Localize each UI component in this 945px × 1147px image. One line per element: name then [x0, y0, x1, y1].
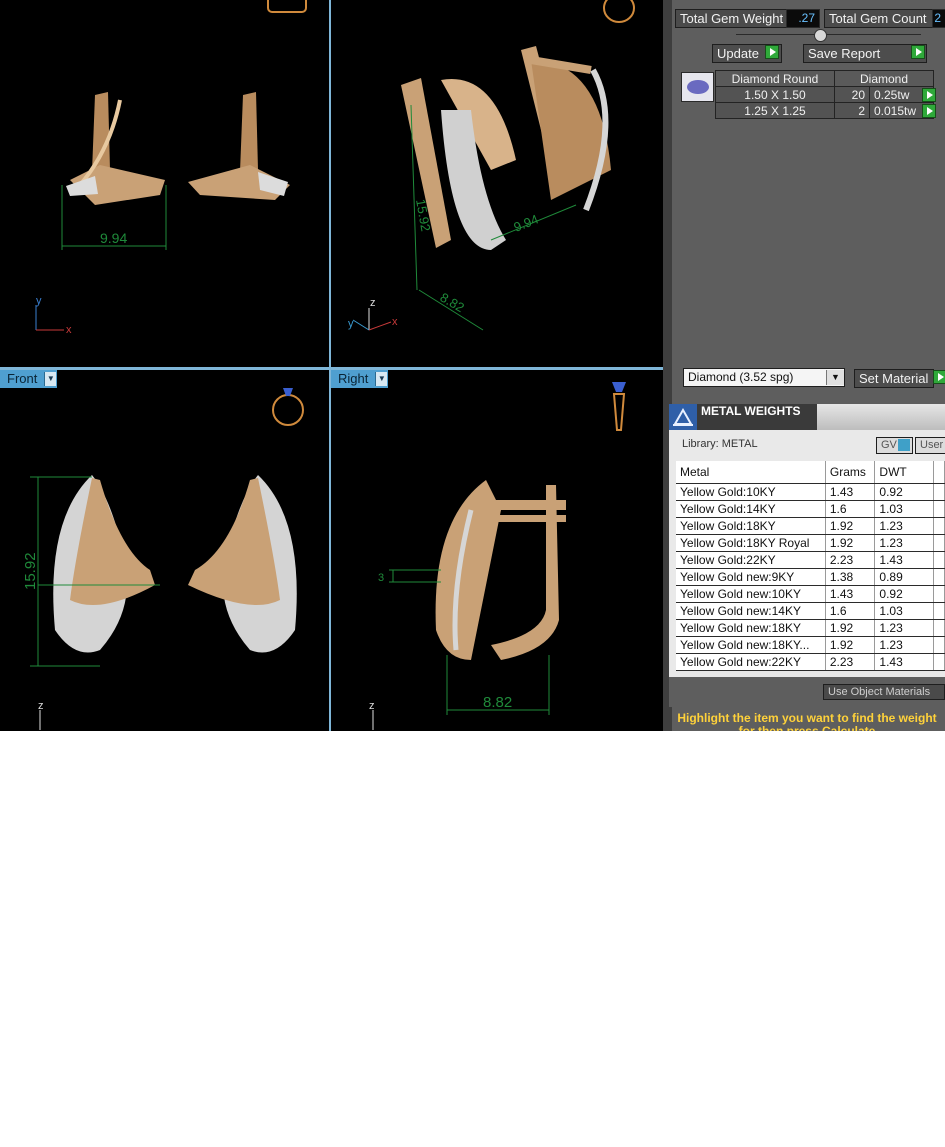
gem-col-type: Diamond — [834, 70, 934, 87]
chevron-down-icon[interactable]: ▼ — [375, 372, 388, 386]
axis-y-label: y — [348, 318, 354, 330]
tab-front-label: Front — [7, 371, 38, 386]
axis-y-label: y — [36, 295, 42, 307]
set-material-go-icon[interactable] — [933, 370, 945, 384]
table-row[interactable]: Yellow Gold new:10KY 1.43 0.92 — [676, 585, 945, 603]
save-report-button[interactable]: Save Report — [803, 44, 927, 63]
axis-z-label: z — [370, 297, 376, 309]
viewport-right-render: 3 8.82 z — [369, 382, 626, 730]
table-row[interactable]: Yellow Gold:18KY 1.92 1.23 — [676, 517, 945, 535]
perspective-dim-b: 9.94 — [512, 211, 541, 234]
table-row[interactable]: Yellow Gold new:18KY 1.92 1.23 — [676, 619, 945, 637]
chevron-down-icon[interactable]: ▼ — [44, 372, 57, 386]
metal-col-dwt: DWT — [874, 461, 935, 484]
viewport-top-render: 9.94 y x — [35, 0, 307, 336]
total-gem-count-value: 2 — [932, 9, 945, 28]
metal-col-grams: Grams — [825, 461, 876, 484]
table-row[interactable]: Yellow Gold new:22KY 2.23 1.43 — [676, 653, 945, 671]
axis-x-label: x — [66, 324, 72, 336]
total-gem-weight-value: .27 — [786, 9, 820, 28]
axis-z-label: z — [38, 700, 44, 712]
viewport-right[interactable]: 3 8.82 z Right ▼ — [331, 370, 661, 731]
chevron-down-icon[interactable]: ▼ — [826, 370, 844, 385]
table-row[interactable]: Yellow Gold:18KY Royal 1.92 1.23 — [676, 534, 945, 552]
use-object-materials-toggle[interactable]: Use Object Materials — [823, 684, 945, 700]
calculate-hint: Highlight the item you want to find the … — [677, 711, 937, 732]
table-row[interactable]: Yellow Gold new:9KY 1.38 0.89 — [676, 568, 945, 586]
metal-table: Metal Grams DWT Yellow Gold:10KY 1.43 0.92… — [676, 461, 945, 671]
viewport-perspective-render: 15.92 9.94 8.82 z x y — [348, 0, 635, 331]
diamond-round-icon — [681, 72, 714, 102]
top-dimension-label: 9.94 — [100, 230, 127, 246]
viewport-front-render: 15.92 z — [22, 388, 304, 730]
scale-icon — [669, 404, 697, 430]
right-dim-small: 3 — [378, 572, 384, 584]
right-dimension-label: 8.82 — [483, 694, 512, 711]
gem-row-go-icon[interactable] — [922, 104, 936, 118]
save-report-go-icon[interactable] — [911, 45, 925, 59]
table-row[interactable]: Yellow Gold new:18KY... 1.92 1.23 — [676, 636, 945, 654]
gem-row[interactable]: 1.25 X 1.25 2 0.015tw — [715, 102, 934, 119]
gem-row[interactable]: 1.50 X 1.50 20 0.25tw — [715, 86, 934, 103]
tab-right[interactable]: Right ▼ — [331, 370, 389, 388]
metal-weights-title: METAL WEIGHTS — [697, 404, 817, 430]
user-toggle[interactable]: User — [915, 437, 945, 454]
viewport-splitter-horizontal[interactable] — [0, 367, 663, 370]
tab-front[interactable]: Front ▼ — [0, 370, 58, 388]
update-go-icon[interactable] — [765, 45, 779, 59]
axis-z-label: z — [369, 700, 375, 712]
slider-handle[interactable] — [814, 29, 827, 42]
library-label: Library: METAL — [682, 438, 758, 450]
front-dimension-label: 15.92 — [22, 552, 39, 590]
gem-table: Diamond Round Diamond 1.50 X 1.50 20 0.2… — [715, 70, 934, 119]
axis-x-label: x — [392, 316, 398, 328]
gem-row-go-icon[interactable] — [922, 88, 936, 102]
gv-toggle-indicator — [898, 439, 910, 451]
viewport-splitter-vertical[interactable] — [329, 0, 331, 731]
viewport-front[interactable]: 15.92 z Front ▼ — [0, 370, 329, 731]
set-material-button[interactable]: Set Material — [854, 369, 934, 388]
perspective-dim-c: 8.82 — [438, 290, 467, 316]
metal-col-metal: Metal — [676, 461, 826, 484]
viewport-perspective[interactable]: 15.92 9.94 8.82 z x y — [331, 0, 661, 367]
viewport-top[interactable]: 9.94 y x — [0, 0, 329, 367]
gem-col-shape: Diamond Round — [715, 70, 835, 87]
table-row[interactable]: Yellow Gold:10KY 1.43 0.92 — [676, 483, 945, 501]
slider-track[interactable] — [736, 34, 921, 35]
table-row[interactable]: Yellow Gold:22KY 2.23 1.43 — [676, 551, 945, 569]
material-select[interactable]: Diamond (3.52 spg) — [683, 368, 845, 387]
tab-right-label: Right — [338, 371, 369, 386]
table-row[interactable]: Yellow Gold:14KY 1.6 1.03 — [676, 500, 945, 518]
table-row[interactable]: Yellow Gold new:14KY 1.6 1.03 — [676, 602, 945, 620]
app-window: 9.94 y x 15.92 9.94 8.82 z x y 15.92 z F… — [0, 0, 945, 731]
total-gem-count-label: Total Gem Count — [824, 9, 945, 28]
